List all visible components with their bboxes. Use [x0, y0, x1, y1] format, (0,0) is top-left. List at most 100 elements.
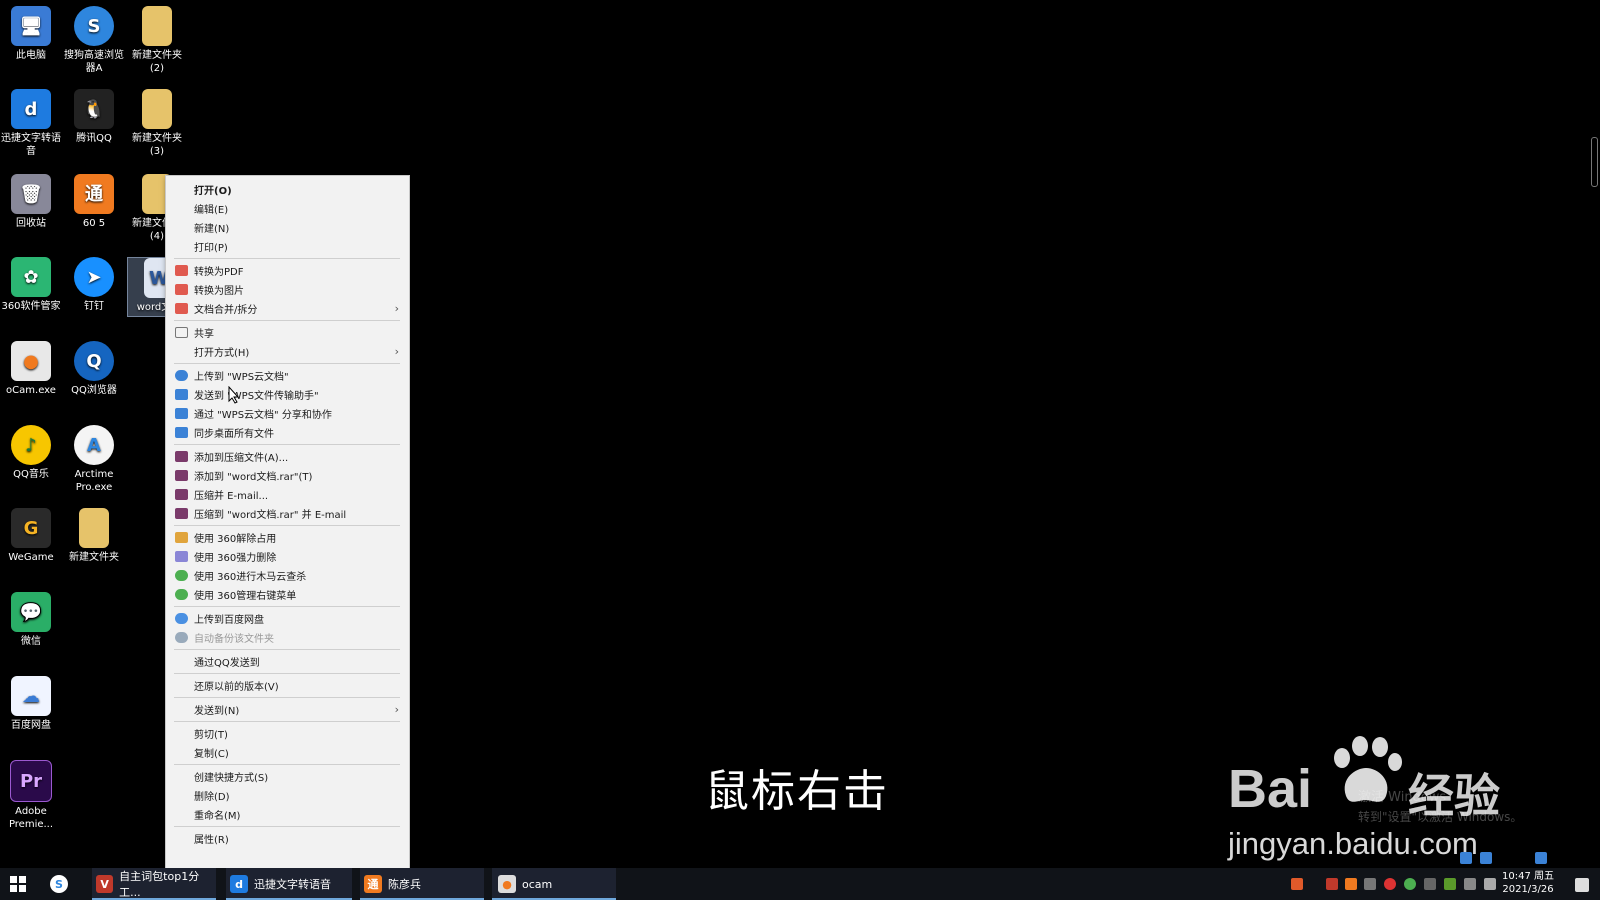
keyboard-toolbar-icon[interactable] [1535, 852, 1547, 864]
menu-item-edit[interactable]: 编辑(E) [166, 199, 409, 218]
desktop-icon-this-pc[interactable]: 🖥 此电脑 [0, 6, 62, 62]
desktop-icon-xunjie-tts[interactable]: d 迅捷文字转语音 [0, 89, 62, 158]
360-scan-icon [175, 570, 188, 581]
menu-item-compress-email[interactable]: 压缩并 E-mail... [166, 485, 409, 504]
folder-icon [142, 89, 172, 129]
baidu-backup-icon [175, 632, 188, 643]
menu-item-create-shortcut[interactable]: 创建快捷方式(S) [166, 767, 409, 786]
menu-item-360-trojan-scan[interactable]: 使用 360进行木马云查杀 [166, 566, 409, 585]
menu-item-upload-wps-cloud[interactable]: 上传到 "WPS云文档" [166, 366, 409, 385]
menu-item-upload-baidu[interactable]: 上传到百度网盘 [166, 609, 409, 628]
360-manage-icon [175, 589, 188, 600]
360-tray-icon[interactable] [1404, 878, 1416, 890]
qq-browser-icon: Q [74, 341, 114, 381]
wps-tray-icon[interactable] [1326, 878, 1338, 890]
desktop-icon-recycle-bin[interactable]: 🗑 回收站 [0, 174, 62, 230]
menu-item-print[interactable]: 打印(P) [166, 237, 409, 256]
desktop-icon-wegame[interactable]: G WeGame [0, 508, 62, 564]
menu-item-wps-share[interactable]: 通过 "WPS云文档" 分享和协作 [166, 404, 409, 423]
menu-separator [174, 320, 400, 321]
menu-item-360-unlock[interactable]: 使用 360解除占用 [166, 528, 409, 547]
menu-item-restore-versions[interactable]: 还原以前的版本(V) [166, 676, 409, 695]
start-button[interactable] [10, 868, 34, 900]
desktop-icon-dingtalk[interactable]: ➤ 钉钉 [63, 257, 125, 313]
wps-share-icon [175, 408, 188, 419]
menu-item-delete[interactable]: 删除(D) [166, 786, 409, 805]
sogou-input-tray-icon[interactable] [1291, 878, 1303, 890]
menu-item-send-wps-transfer[interactable]: 发送到 "WPS文件传输助手" [166, 385, 409, 404]
menu-item-add-rar[interactable]: 添加到 "word文档.rar"(T) [166, 466, 409, 485]
menu-item-convert-image[interactable]: 转换为图片 [166, 280, 409, 299]
arctime-icon: A [74, 425, 114, 465]
network-activity-tray-icon[interactable] [1364, 878, 1376, 890]
desktop-icon-ocam[interactable]: ● oCam.exe [0, 341, 62, 397]
scroll-indicator [1591, 137, 1598, 187]
menu-item-send-qq[interactable]: 通过QQ发送到 [166, 652, 409, 671]
desktop-icon-qq[interactable]: 🐧 腾讯QQ [63, 89, 125, 145]
menu-item-sync-desktop[interactable]: 同步桌面所有文件 [166, 423, 409, 442]
desktop-icon-qq-music[interactable]: ♪ QQ音乐 [0, 425, 62, 481]
winrar-icon [175, 489, 188, 500]
menu-item-open-with[interactable]: 打开方式(H) › [166, 342, 409, 361]
menu-item-send-to[interactable]: 发送到(N) › [166, 700, 409, 719]
menu-item-360-manage-menu[interactable]: 使用 360管理右键菜单 [166, 585, 409, 604]
desktop-icon-folder-2[interactable]: 新建文件夹 (2) [126, 6, 188, 75]
baidu-netdisk-icon [175, 613, 188, 624]
menu-separator [174, 525, 400, 526]
taskbar-window-vocab[interactable]: V 自主词包top1分工... [92, 868, 216, 900]
recycle-bin-icon: 🗑 [11, 174, 51, 214]
wegame-icon: G [11, 508, 51, 548]
taskbar-clock[interactable]: 10:47 周五 2021/3/26 [1502, 870, 1554, 896]
record-tray-icon[interactable] [1384, 878, 1396, 890]
desktop-icon-app-60[interactable]: 通 60 5 [63, 174, 125, 230]
desktop-icon-arctime[interactable]: A Arctime Pro.exe [63, 425, 125, 494]
menu-item-copy[interactable]: 复制(C) [166, 743, 409, 762]
network-tray-icon[interactable] [1464, 878, 1476, 890]
desktop-icon-360-manager[interactable]: ✿ 360软件管家 [0, 257, 62, 313]
menu-item-add-archive[interactable]: 添加到压缩文件(A)... [166, 447, 409, 466]
desktop-icon-sogou-browser[interactable]: S 搜狗高速浏览器A [63, 6, 125, 75]
taskbar-window-xunjie[interactable]: d 迅捷文字转语音 [226, 868, 352, 900]
menu-separator [174, 721, 400, 722]
watermark-bai-text: Bai [1228, 759, 1313, 819]
menu-item-convert-pdf[interactable]: 转换为PDF [166, 261, 409, 280]
taskbar-sogou-pinned[interactable]: S [50, 868, 74, 900]
notification-center-icon[interactable] [1575, 878, 1589, 892]
volume-icon[interactable] [1484, 878, 1496, 890]
menu-item-merge-split[interactable]: 文档合并/拆分 › [166, 299, 409, 318]
submenu-arrow-icon: › [394, 703, 399, 716]
qq-music-icon: ♪ [11, 425, 51, 465]
nvidia-tray-icon[interactable] [1444, 878, 1456, 890]
menu-item-new[interactable]: 新建(N) [166, 218, 409, 237]
pdf-icon [175, 265, 188, 276]
input-method-tray-icon[interactable] [1460, 852, 1472, 864]
tong-tray-icon[interactable] [1345, 878, 1357, 890]
input-method-toolbar-icon[interactable] [1480, 852, 1492, 864]
taskbar: S V 自主词包top1分工... d 迅捷文字转语音 通 陈彦兵 ● ocam [0, 868, 1600, 900]
desktop-icon-folder[interactable]: 新建文件夹 [63, 508, 125, 564]
desktop-icon-premiere[interactable]: Pr Adobe Premie... [0, 760, 62, 831]
menu-item-open[interactable]: 打开(O) [166, 180, 409, 199]
qq-tray-icon[interactable] [1424, 878, 1436, 890]
taskbar-window-chenyanbing[interactable]: 通 陈彦兵 [360, 868, 484, 900]
menu-item-360-force-delete[interactable]: 使用 360强力删除 [166, 547, 409, 566]
sogou-browser-icon: S [74, 6, 114, 46]
merge-split-icon [175, 303, 188, 314]
taskbar-window-ocam[interactable]: ● ocam [492, 868, 616, 900]
desktop-icon-folder-3[interactable]: 新建文件夹 (3) [126, 89, 188, 158]
qq-penguin-icon: 🐧 [74, 89, 114, 129]
desktop-icon-qq-browser[interactable]: Q QQ浏览器 [63, 341, 125, 397]
ocam-icon: ● [11, 341, 51, 381]
dingtalk-icon: ➤ [74, 257, 114, 297]
menu-item-properties[interactable]: 属性(R) [166, 829, 409, 848]
desktop-icon-wechat[interactable]: 💬 微信 [0, 592, 62, 648]
desktop-icon-baidu-netdisk[interactable]: ☁ 百度网盘 [0, 676, 62, 732]
watermark-jingyan-text: 经验 [1408, 769, 1500, 823]
menu-item-share[interactable]: 共享 [166, 323, 409, 342]
menu-item-cut[interactable]: 剪切(T) [166, 724, 409, 743]
menu-item-compress-rar-email[interactable]: 压缩到 "word文档.rar" 并 E-mail [166, 504, 409, 523]
wps-transfer-icon [175, 389, 188, 400]
menu-separator [174, 606, 400, 607]
menu-item-rename[interactable]: 重命名(M) [166, 805, 409, 824]
360-manager-icon: ✿ [11, 257, 51, 297]
